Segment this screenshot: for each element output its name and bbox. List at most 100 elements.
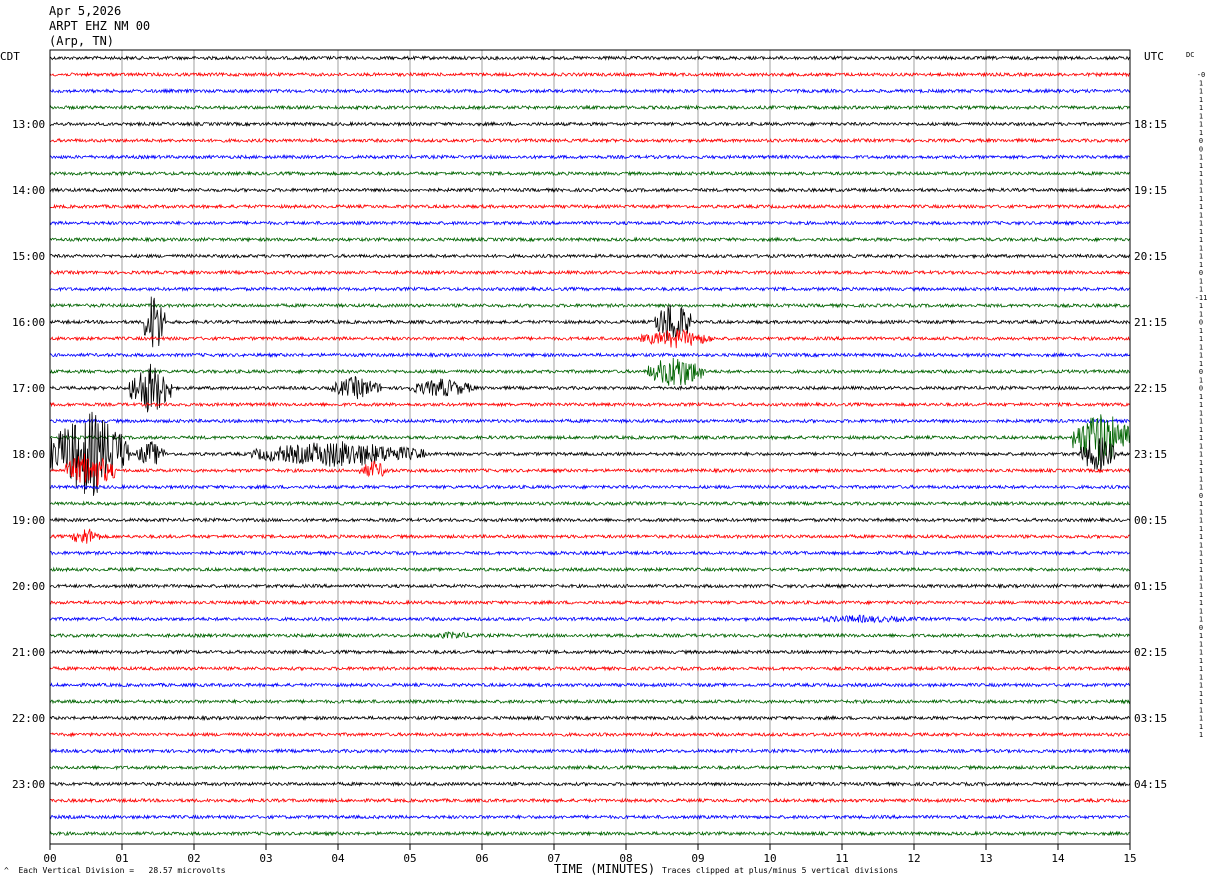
right-hour-label: 21:15	[1134, 316, 1167, 329]
right-hour-label: 02:15	[1134, 646, 1167, 659]
dc-offset-value: 1	[1199, 459, 1203, 467]
left-hour-label: 20:00	[12, 580, 45, 593]
dc-offset-value: 1	[1199, 211, 1203, 219]
left-hour-label: 21:00	[12, 646, 45, 659]
trace-line	[49, 747, 1131, 755]
dc-offset-value: -0	[1197, 71, 1205, 79]
dc-offset-value: 1	[1199, 484, 1203, 492]
trace-line	[49, 411, 1131, 496]
dc-offset-value: 1	[1199, 220, 1203, 228]
x-tick-label: 11	[835, 852, 848, 865]
trace-line	[49, 764, 1131, 771]
dc-offset-value: 1	[1199, 550, 1203, 558]
dc-offset-value: 0	[1199, 492, 1203, 500]
x-tick-label: 12	[907, 852, 920, 865]
dc-offset-value: 1	[1199, 475, 1203, 483]
dc-offset-value: 0	[1199, 624, 1203, 632]
right-hour-label: 23:15	[1134, 448, 1167, 461]
dc-offset-value: 1	[1199, 591, 1203, 599]
vertical-gridlines	[49, 50, 1131, 844]
dc-offset-value: 1	[1199, 533, 1203, 541]
trace-line	[49, 351, 1131, 359]
dc-offset-value: 1	[1199, 228, 1203, 236]
dc-offset-value: 1	[1199, 393, 1203, 401]
dc-offset-value: 1	[1199, 302, 1203, 310]
dc-offset-value: 1	[1199, 566, 1203, 574]
x-tick-label: 02	[187, 852, 200, 865]
left-hour-label: 15:00	[12, 250, 45, 263]
dc-offset-value: 1	[1199, 310, 1203, 318]
trace-line	[49, 328, 1131, 349]
left-time-labels: 13:00 14:00 15:00 16:00 17:00 18:00 19:00 20:00…	[12, 118, 45, 791]
trace-line	[49, 528, 1131, 544]
right-hour-label: 04:15	[1134, 778, 1167, 791]
right-hour-label: 20:15	[1134, 250, 1167, 263]
trace-line	[49, 714, 1131, 722]
x-tick-label: 05	[403, 852, 416, 865]
right-timezone-label: UTC	[1144, 50, 1164, 63]
trace-line	[49, 203, 1131, 210]
dc-offset-value: 1	[1199, 277, 1203, 285]
trace-line	[49, 566, 1131, 573]
left-hour-label: 14:00	[12, 184, 45, 197]
dc-offset-value: 1	[1199, 360, 1203, 368]
trace-line	[49, 121, 1131, 128]
trace-line	[49, 187, 1131, 194]
trace-line	[49, 813, 1131, 821]
corner-mark: ^	[4, 866, 9, 875]
trace-line	[49, 401, 1131, 408]
left-hour-label: 22:00	[12, 712, 45, 725]
x-tick-label: 15	[1123, 852, 1136, 865]
trace-line	[49, 357, 1131, 386]
x-tick-label: 09	[691, 852, 704, 865]
dc-offset-value: 1	[1199, 418, 1203, 426]
dc-offset-value: 1	[1199, 665, 1203, 673]
trace-line	[49, 681, 1131, 689]
dc-offset-value: 1	[1199, 632, 1203, 640]
dc-offset-value: 1	[1199, 335, 1203, 343]
scale-note-text: Each Vertical Division = 28.57 microvolt…	[18, 866, 226, 875]
right-hour-label: 19:15	[1134, 184, 1167, 197]
dc-offset-value: 1	[1199, 434, 1203, 442]
footer-scale-note: ^ Each Vertical Division = 28.57 microvo…	[4, 866, 226, 875]
trace-line	[49, 698, 1131, 705]
trace-line	[49, 781, 1131, 788]
trace-line	[49, 236, 1131, 243]
dc-header-label: DC	[1186, 51, 1194, 59]
dc-offset-value: 1	[1199, 706, 1203, 714]
dc-offset-value: 1	[1199, 558, 1203, 566]
dc-offset-value: 1	[1199, 376, 1203, 384]
trace-line	[49, 219, 1131, 227]
dc-offset-value: 0	[1199, 145, 1203, 153]
trace-line	[49, 104, 1131, 111]
dc-offset-value: 1	[1199, 616, 1203, 624]
x-tick-label: 04	[331, 852, 345, 865]
trace-line	[49, 731, 1131, 738]
dc-offset-value: 1	[1199, 170, 1203, 178]
trace-line	[49, 484, 1131, 491]
dc-offset-value: 1	[1199, 607, 1203, 615]
dc-offset-value: 1	[1199, 525, 1203, 533]
trace-line	[49, 648, 1131, 655]
trace-line	[49, 599, 1131, 606]
trace-line	[49, 417, 1131, 425]
dc-offset-value: 1	[1199, 104, 1203, 112]
dc-offset-value: 1	[1199, 88, 1203, 96]
dc-offset-value: 1	[1199, 426, 1203, 434]
dc-offset-value: 0	[1199, 368, 1203, 376]
dc-offset-value: 0	[1199, 319, 1203, 327]
dc-offset-value: 1	[1199, 673, 1203, 681]
dc-offset-value: 1	[1199, 442, 1203, 450]
dc-offset-value: 1	[1199, 154, 1203, 162]
dc-offset-value: 1	[1199, 451, 1203, 459]
dc-offset-value: 1	[1199, 187, 1203, 195]
dc-offset-value: 1	[1199, 698, 1203, 706]
x-tick-label: 03	[259, 852, 272, 865]
dc-offset-value: 1	[1199, 682, 1203, 690]
trace-line	[49, 630, 1131, 640]
dc-offset-value: 1	[1199, 640, 1203, 648]
x-tick-label: 01	[115, 852, 128, 865]
dc-offset-value: 1	[1199, 715, 1203, 723]
dc-offset-value: 0	[1199, 269, 1203, 277]
dc-offset-value: 1	[1199, 352, 1203, 360]
